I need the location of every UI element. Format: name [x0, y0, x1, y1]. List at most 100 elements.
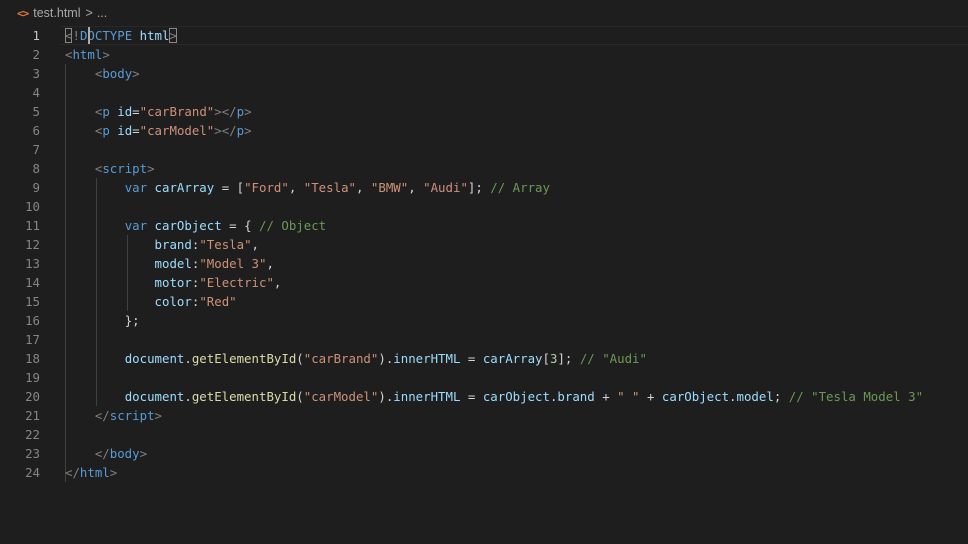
line-number: 2 — [32, 47, 40, 62]
code-line[interactable]: 16 }; — [0, 311, 968, 330]
code-token: = — [460, 351, 483, 366]
breadcrumb-separator: > — [85, 6, 93, 20]
line-number: 3 — [32, 66, 40, 81]
code-line[interactable]: 9 var carArray = ["Ford", "Tesla", "BMW"… — [0, 178, 968, 197]
code-token: "carBrand" — [139, 104, 215, 119]
code-line[interactable]: 1 <!DOCTYPE html> — [0, 26, 968, 45]
code-text: </script> — [65, 406, 162, 425]
code-line[interactable]: 20 document.getElementById("carModel").i… — [0, 387, 968, 406]
line-number: 21 — [25, 408, 40, 423]
code-token: , — [266, 256, 274, 271]
code-text: }; — [65, 311, 140, 330]
code-line[interactable]: 7 — [0, 140, 968, 159]
code-line[interactable]: 23 </body> — [0, 444, 968, 463]
code-line[interactable]: 11 var carObject = { // Object — [0, 216, 968, 235]
breadcrumb-more[interactable]: ... — [97, 6, 107, 20]
code-area[interactable]: 1 <!DOCTYPE html> 2 <html> 3 <body> 4 5 <p id=… — [0, 26, 968, 544]
code-text: <script> — [65, 159, 155, 178]
code-text: brand:"Tesla", — [65, 235, 259, 254]
code-line[interactable]: 17 — [0, 330, 968, 349]
code-token: model — [154, 256, 192, 271]
code-token: script — [109, 408, 155, 423]
line-number: 7 — [32, 142, 40, 157]
code-text: model:"Model 3", — [65, 254, 274, 273]
code-token: document — [124, 389, 185, 404]
code-token: p — [102, 123, 110, 138]
code-line[interactable]: 2 <html> — [0, 45, 968, 64]
code-line[interactable]: 10 — [0, 197, 968, 216]
code-line[interactable]: 22 — [0, 425, 968, 444]
code-text: document.getElementById("carModel").inne… — [65, 387, 923, 406]
code-token: p — [236, 123, 245, 138]
code-token: html — [139, 28, 170, 43]
code-token: ). — [378, 389, 394, 404]
code-token: ( — [296, 389, 304, 404]
code-token: "Model 3" — [199, 256, 267, 271]
code-line[interactable]: 13 model:"Model 3", — [0, 254, 968, 273]
code-token: motor — [154, 275, 192, 290]
code-token: = — [132, 104, 140, 119]
code-token: id — [117, 123, 133, 138]
code-token: + — [639, 389, 662, 404]
code-line[interactable]: 12 brand:"Tesla", — [0, 235, 968, 254]
code-token: " " — [617, 389, 640, 404]
code-line[interactable]: 14 motor:"Electric", — [0, 273, 968, 292]
code-token: > — [109, 465, 118, 480]
code-token: + — [594, 389, 618, 404]
code-token: html — [72, 47, 103, 62]
code-text: document.getElementById("carBrand").inne… — [65, 349, 647, 368]
breadcrumb-file[interactable]: test.html — [33, 6, 80, 20]
line-number: 6 — [32, 123, 40, 138]
code-token: , — [408, 180, 424, 195]
code-token: = [ — [214, 180, 245, 195]
code-token: > — [102, 47, 110, 62]
line-number: 13 — [25, 256, 40, 271]
code-token: carObject — [661, 389, 730, 404]
code-line[interactable]: 24 </html> — [0, 463, 968, 482]
code-line[interactable]: 8 <script> — [0, 159, 968, 178]
code-token: > — [139, 446, 148, 461]
code-token: "Tesla" — [199, 237, 252, 252]
code-token: body — [109, 446, 140, 461]
code-token: var — [124, 180, 148, 195]
line-number: 11 — [25, 218, 40, 233]
code-token: innerHTML — [393, 351, 461, 366]
code-text: <p id="carBrand"></p> — [65, 102, 252, 121]
code-token: body — [102, 66, 133, 81]
code-token: ! — [72, 28, 80, 43]
line-number: 10 — [25, 199, 40, 214]
code-line[interactable]: 19 — [0, 368, 968, 387]
code-token: // "Audi" — [579, 351, 647, 366]
code-line[interactable]: 18 document.getElementById("carBrand").i… — [0, 349, 968, 368]
code-token: [ — [542, 351, 550, 366]
line-number: 1 — [32, 28, 40, 43]
code-text: <!DOCTYPE html> — [65, 26, 177, 45]
code-token: </ — [65, 465, 80, 480]
code-token: // Array — [490, 180, 550, 195]
text-cursor — [88, 27, 90, 44]
code-line[interactable]: 15 color:"Red" — [0, 292, 968, 311]
code-line[interactable]: 4 — [0, 83, 968, 102]
line-number: 24 — [25, 465, 40, 480]
line-number: 23 — [25, 446, 40, 461]
code-line[interactable]: 6 <p id="carModel"></p> — [0, 121, 968, 140]
code-line[interactable]: 5 <p id="carBrand"></p> — [0, 102, 968, 121]
code-token: "Audi" — [423, 180, 468, 195]
code-text: var carObject = { // Object — [65, 216, 326, 235]
code-token: getElementById — [191, 351, 297, 366]
code-token: > — [154, 408, 162, 423]
code-token: "Ford" — [244, 180, 289, 195]
line-number: 20 — [25, 389, 40, 404]
code-token: getElementById — [191, 389, 297, 404]
code-token: . — [184, 389, 192, 404]
code-editor[interactable]: <> test.html > ... 1 <!DOCTYPE html> 2 <htm… — [0, 0, 968, 544]
code-line[interactable]: 3 <body> — [0, 64, 968, 83]
code-line[interactable]: 21 </script> — [0, 406, 968, 425]
